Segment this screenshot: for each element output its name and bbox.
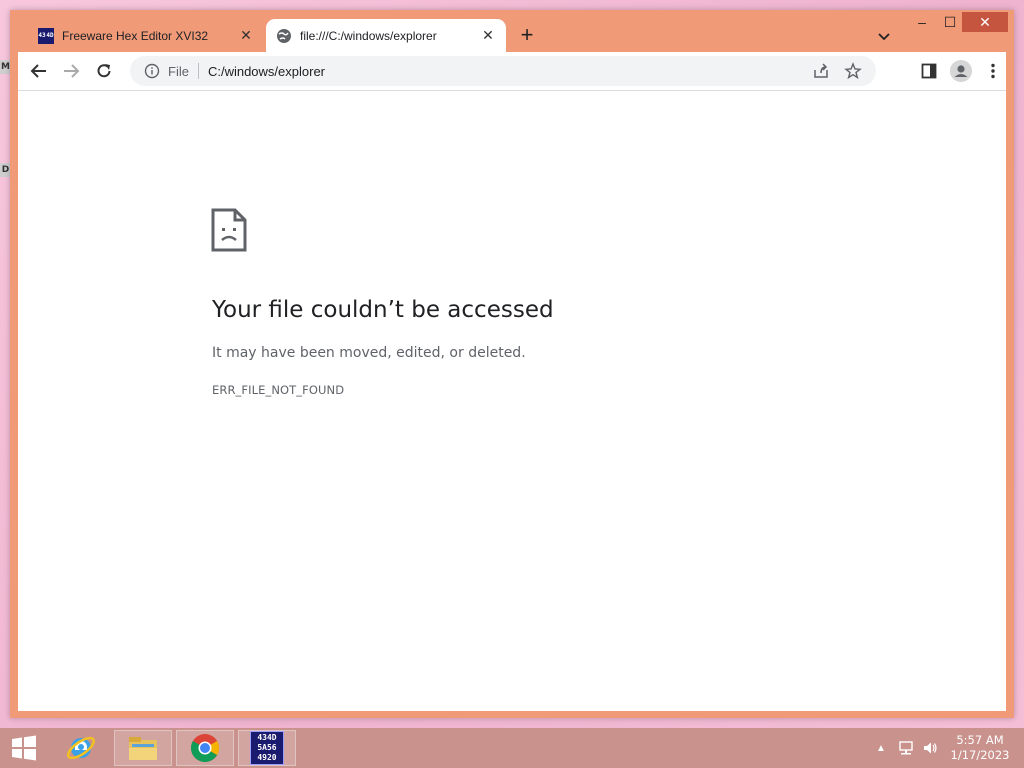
hex-icon-line: 434D: [257, 733, 277, 742]
error-code: ERR_FILE_NOT_FOUND: [212, 383, 345, 397]
file-explorer-icon: [129, 737, 157, 760]
menu-button[interactable]: [982, 60, 1004, 82]
volume-icon[interactable]: [922, 740, 938, 756]
show-hidden-icons-icon[interactable]: ▲: [876, 743, 886, 754]
start-button[interactable]: [0, 730, 48, 766]
taskbar-hex-editor[interactable]: 434D 5A56 4920: [238, 730, 296, 766]
clock-date: 1/17/2023: [950, 748, 1010, 762]
globe-icon: [277, 28, 291, 43]
sad-file-icon: [211, 208, 247, 252]
tab-hex-editor[interactable]: 43 4D Freeware Hex Editor XVI32 ✕: [28, 19, 264, 52]
url-scheme-label: File: [168, 63, 189, 79]
taskbar-clock[interactable]: 5:57 AM 1/17/2023: [940, 733, 1020, 763]
taskbar-internet-explorer[interactable]: [52, 730, 110, 766]
internet-explorer-icon: [66, 736, 96, 760]
forward-button[interactable]: [60, 60, 82, 82]
clock-time: 5:57 AM: [956, 733, 1004, 747]
close-tab-icon[interactable]: ✕: [238, 27, 254, 44]
star-icon[interactable]: [844, 62, 862, 80]
hex-icon-line: 5A56: [257, 743, 277, 752]
url-text[interactable]: C:/windows/explorer: [208, 64, 325, 79]
divider: [197, 63, 199, 79]
reload-icon: [97, 64, 111, 78]
profile-icon: [950, 60, 972, 82]
browser-toolbar: File C:/windows/explorer: [18, 52, 1006, 90]
error-description: It may have been moved, edited, or delet…: [212, 345, 526, 361]
hex-editor-icon: 43 4D: [38, 27, 54, 44]
back-arrow-icon: [30, 64, 46, 78]
reload-button[interactable]: [93, 60, 115, 82]
close-tab-icon[interactable]: ✕: [480, 27, 496, 44]
share-icon[interactable]: [812, 62, 830, 80]
error-heading: Your file couldn’t be accessed: [212, 297, 554, 323]
tab-title: Freeware Hex Editor XVI32: [62, 28, 209, 43]
page-content: Your file couldn’t be accessed It may ha…: [18, 90, 1006, 711]
address-bar[interactable]: File C:/windows/explorer: [130, 56, 876, 86]
browser-window: 43 4D Freeware Hex Editor XVI32 ✕ file://…: [10, 10, 1014, 718]
chrome-icon: [191, 734, 219, 762]
network-icon[interactable]: [898, 740, 914, 756]
info-icon[interactable]: [144, 63, 160, 79]
side-panel-button[interactable]: [918, 60, 940, 82]
windows-start-icon: [12, 735, 36, 761]
tab-strip: 43 4D Freeware Hex Editor XVI32 ✕ file://…: [10, 10, 1014, 52]
tab-title: file:///C:/windows/explorer: [300, 28, 437, 43]
kebab-menu-icon: [991, 63, 995, 79]
taskbar: 434D 5A56 4920 ▲ 5:57 AM 1/17/2023: [0, 728, 1024, 768]
hex-icon-line: 4920: [257, 753, 277, 762]
system-tray: ▲: [876, 728, 938, 768]
close-window-button[interactable]: ✕: [962, 12, 1008, 32]
hex-editor-icon: 434D 5A56 4920: [250, 731, 284, 765]
back-button[interactable]: [28, 60, 50, 82]
minimize-button[interactable]: –: [908, 12, 936, 32]
chevron-down-icon[interactable]: [876, 28, 892, 44]
side-panel-icon: [921, 63, 937, 79]
taskbar-file-explorer[interactable]: [114, 730, 172, 766]
new-tab-button[interactable]: +: [516, 24, 538, 46]
profile-button[interactable]: [950, 60, 972, 82]
maximize-button[interactable]: ☐: [936, 12, 964, 32]
taskbar-chrome[interactable]: [176, 730, 234, 766]
forward-arrow-icon: [64, 64, 80, 78]
tab-file-explorer[interactable]: file:///C:/windows/explorer ✕: [266, 19, 506, 52]
